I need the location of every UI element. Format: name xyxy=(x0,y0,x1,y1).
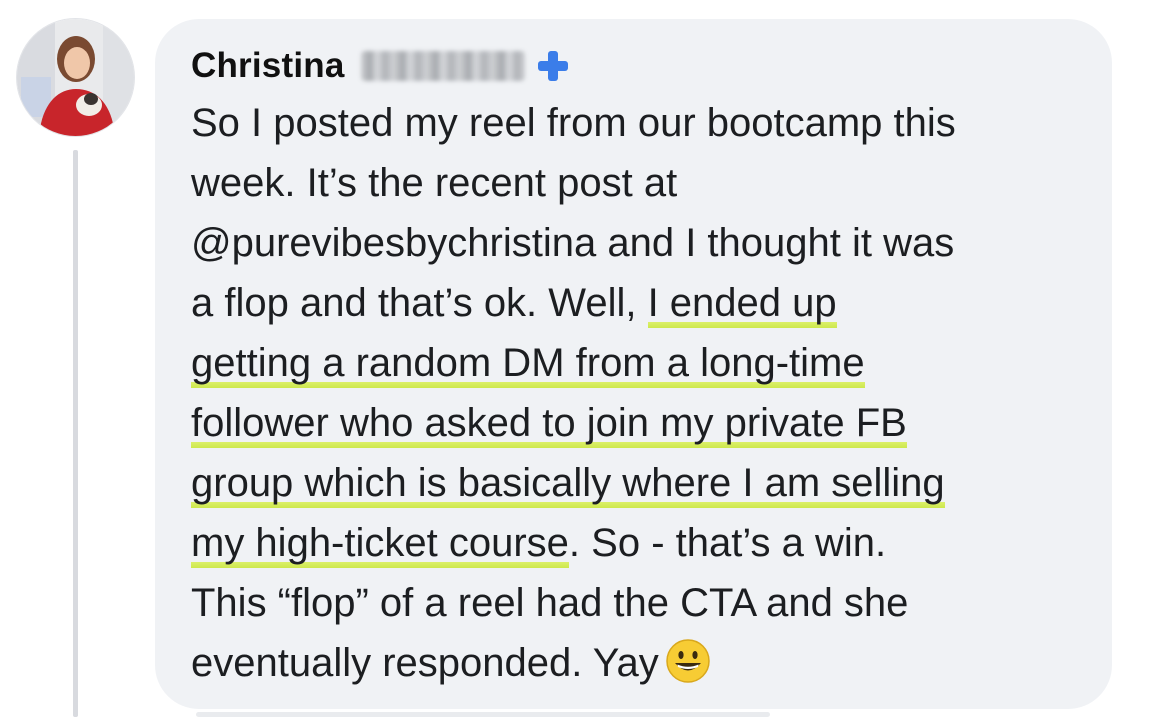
comment-text-segment: eventually responded. Yay xyxy=(191,641,659,685)
comment-header: Christina xyxy=(191,43,1076,89)
highlighted-text: I ended up xyxy=(647,281,837,331)
highlighted-text: group which is basically where I am sell… xyxy=(191,461,945,511)
avatar[interactable] xyxy=(16,18,135,137)
comment-line: group which is basically where I am sell… xyxy=(191,453,1076,513)
comment-line: eventually responded. Yay xyxy=(191,633,1076,693)
comment-text-segment: This “flop” of a reel had the CTA and sh… xyxy=(191,581,909,625)
highlighted-text: getting a random DM from a long-time xyxy=(191,341,865,391)
comment-text-segment: a flop and that’s ok. Well, xyxy=(191,281,648,325)
highlighted-text: my high-ticket course xyxy=(191,521,569,571)
next-comment-edge xyxy=(196,712,770,717)
plus-badge-icon xyxy=(537,50,569,82)
comment-bubble: Christina So I posted my reel from our b… xyxy=(155,19,1112,709)
grinning-face-icon xyxy=(665,638,711,684)
comment-text-segment: @purevibesbychristina and I thought it w… xyxy=(191,221,955,265)
comment-line: getting a random DM from a long-time xyxy=(191,333,1076,393)
comment-line: week. It’s the recent post at xyxy=(191,153,1076,213)
comment-line: my high-ticket course. So - that’s a win… xyxy=(191,513,1076,573)
comment-line: This “flop” of a reel had the CTA and sh… xyxy=(191,573,1076,633)
comment-line: So I posted my reel from our bootcamp th… xyxy=(191,93,1076,153)
thread-connector-line xyxy=(73,150,78,717)
comment-text-segment: week. It’s the recent post at xyxy=(191,161,678,205)
comment-text-segment: So I posted my reel from our bootcamp th… xyxy=(191,101,956,145)
highlighted-text: follower who asked to join my private FB xyxy=(191,401,907,451)
comment-body: So I posted my reel from our bootcamp th… xyxy=(191,93,1076,693)
comment-line: @purevibesbychristina and I thought it w… xyxy=(191,213,1076,273)
comment-text-segment: . So - that’s a win. xyxy=(568,521,887,565)
avatar-photo xyxy=(17,19,134,136)
comment-line: follower who asked to join my private FB xyxy=(191,393,1076,453)
comment-line: a flop and that’s ok. Well, I ended up xyxy=(191,273,1076,333)
author-name[interactable]: Christina xyxy=(191,46,345,86)
blurred-last-name xyxy=(360,51,525,81)
